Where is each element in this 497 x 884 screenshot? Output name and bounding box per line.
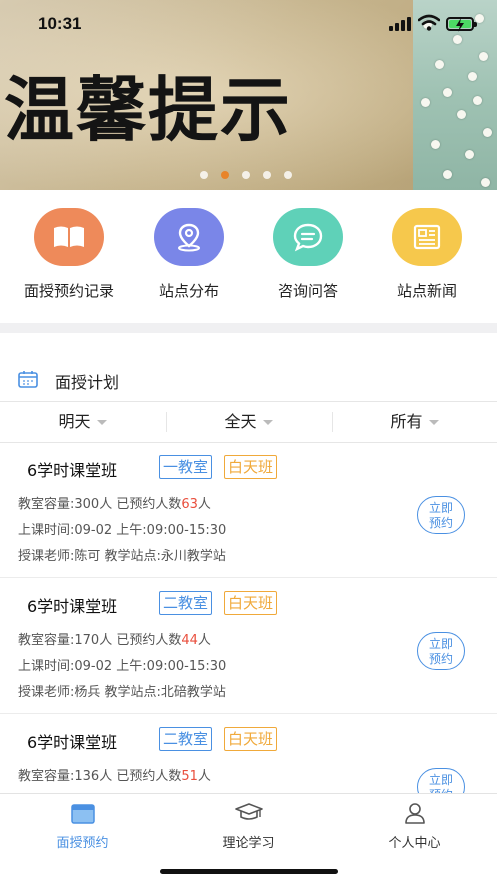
period-tag: 白天班 (224, 591, 278, 615)
book-icon (34, 208, 104, 266)
caret-down-icon (428, 420, 439, 425)
schedule-info: 上课时间:09-02 上午:09:00-15:30 (18, 659, 227, 674)
booked-count: 44 (181, 633, 198, 648)
wifi-icon (418, 14, 440, 31)
carousel-indicator (200, 164, 305, 179)
class-name: 6学时课堂班 (27, 461, 118, 480)
booked-count: 51 (181, 769, 198, 784)
filter-time-dropdown[interactable]: 全天 (166, 402, 331, 442)
status-time: 10:31 (38, 14, 82, 33)
class-card: 6学时课堂班 一教室 白天班 教室容量:300人 已预约人数63人 上课时间:0… (0, 441, 497, 578)
menu-label: 站点新闻 (396, 282, 457, 300)
capacity-info: 教室容量:300人 已预约人数63人 (18, 497, 211, 512)
caret-down-icon (262, 420, 273, 425)
quick-menu: 面授预约记录 站点分布 咨询问答 站点新闻 (0, 190, 497, 323)
cellular-signal-icon (389, 17, 413, 31)
schedule-info: 上课时间:09-02 上午:09:00-15:30 (18, 523, 227, 538)
carousel-dot[interactable] (242, 171, 250, 179)
filter-bar: 明天 全天 所有 (0, 401, 497, 443)
chat-bubble-icon (273, 208, 343, 266)
period-tag: 白天班 (224, 455, 278, 479)
booked-count: 63 (181, 497, 198, 512)
newspaper-icon (392, 208, 462, 266)
class-name: 6学时课堂班 (27, 597, 118, 616)
tab-label: 个人中心 (388, 836, 441, 851)
book-now-button[interactable]: 立即预约 (417, 632, 465, 670)
menu-station-news[interactable]: 站点新闻 (367, 208, 487, 301)
class-name: 6学时课堂班 (27, 733, 118, 752)
person-icon (404, 803, 425, 824)
calendar-icon (70, 804, 95, 824)
room-tag: 二教室 (159, 727, 213, 751)
period-tag: 白天班 (224, 727, 278, 751)
carousel-dot[interactable] (263, 171, 271, 179)
plan-header: 面授计划 (0, 358, 497, 400)
graduation-cap-icon (234, 803, 263, 820)
tab-booking[interactable]: 面授预约 (0, 802, 165, 851)
home-indicator[interactable] (160, 869, 338, 874)
carousel-dot[interactable] (200, 171, 208, 179)
tab-personal-center[interactable]: 个人中心 (332, 802, 497, 851)
room-tag: 一教室 (159, 455, 213, 479)
status-bar: 10:31 (0, 0, 497, 46)
tab-label: 理论学习 (222, 836, 275, 851)
location-pin-icon (154, 208, 224, 266)
class-card: 6学时课堂班 二教室 白天班 教室容量:170人 已预约人数44人 上课时间:0… (0, 577, 497, 714)
battery-icon (446, 17, 477, 32)
carousel-dot[interactable] (284, 171, 292, 179)
menu-label: 站点分布 (158, 282, 219, 300)
section-divider (0, 323, 497, 333)
filter-label: 全天 (224, 412, 257, 431)
menu-booking-records[interactable]: 面授预约记录 (9, 208, 129, 301)
menu-label: 咨询问答 (277, 282, 338, 300)
capacity-info: 教室容量:136人 已预约人数51人 (18, 769, 211, 784)
filter-date-dropdown[interactable]: 明天 (0, 402, 165, 442)
capacity-info: 教室容量:170人 已预约人数44人 (18, 633, 211, 648)
calendar-icon (18, 371, 38, 388)
plan-title: 面授计划 (55, 373, 120, 392)
teacher-info: 授课老师:陈可 教学站点:永川教学站 (18, 549, 226, 564)
filter-label: 明天 (58, 412, 91, 431)
filter-label: 所有 (390, 412, 423, 431)
filter-type-dropdown[interactable]: 所有 (332, 402, 497, 442)
menu-station-map[interactable]: 站点分布 (129, 208, 249, 301)
teacher-info: 授课老师:杨兵 教学站点:北碚教学站 (18, 685, 226, 700)
tab-theory-study[interactable]: 理论学习 (166, 802, 331, 851)
tab-label: 面授预约 (56, 836, 109, 851)
banner-title: 温馨提示 (4, 68, 292, 151)
room-tag: 二教室 (159, 591, 213, 615)
menu-label: 面授预约记录 (23, 282, 114, 300)
carousel-dot-active[interactable] (221, 171, 229, 179)
caret-down-icon (96, 420, 107, 425)
book-now-button[interactable]: 立即预约 (417, 496, 465, 534)
menu-consult-qa[interactable]: 咨询问答 (248, 208, 368, 301)
